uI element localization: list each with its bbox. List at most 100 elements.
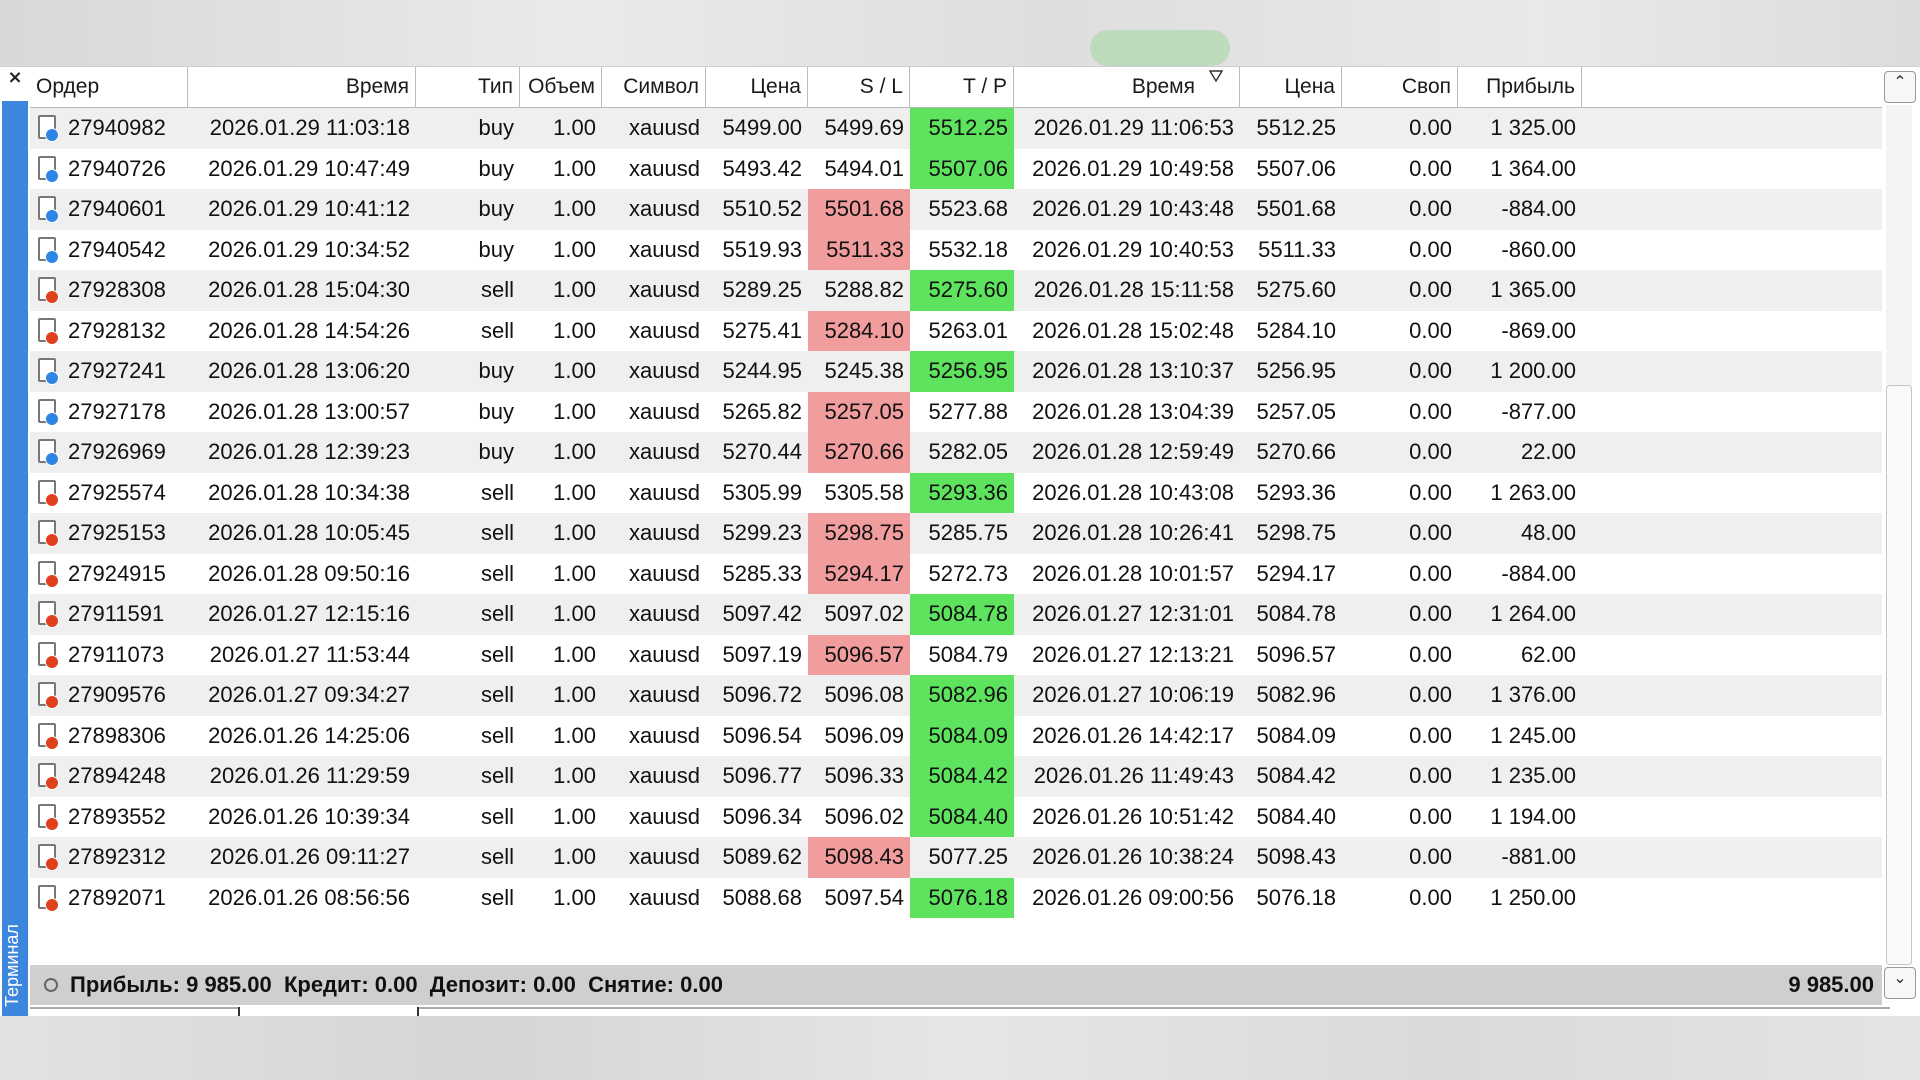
sell-order-icon — [36, 479, 59, 507]
close-price-cell: 5084.78 — [1256, 601, 1336, 626]
symbol-cell: xauusd — [629, 763, 700, 788]
open-price-cell: 5499.00 — [722, 115, 802, 140]
close-time-cell: 2026.01.26 14:42:17 — [1032, 722, 1234, 748]
tp-cell: 5082.96 — [910, 675, 1014, 716]
volume-cell: 1.00 — [553, 884, 596, 910]
volume-cell: 1.00 — [553, 398, 596, 424]
column-header-9[interactable]: Цена — [1240, 67, 1342, 107]
close-time-cell: 2026.01.29 10:49:58 — [1032, 155, 1234, 181]
symbol-cell: xauusd — [629, 803, 700, 829]
table-row[interactable]: 27909576 2026.01.27 09:34:27 sell 1.00 xauus… — [30, 675, 1882, 716]
table-row[interactable]: 27940982 2026.01.29 11:03:18 buy 1.00 xauusd… — [30, 108, 1882, 149]
column-header-0[interactable]: Ордер — [30, 67, 188, 107]
column-header-1[interactable]: Время — [188, 67, 416, 107]
table-row[interactable]: 27940726 2026.01.29 10:47:49 buy 1.00 xauusd… — [30, 148, 1882, 189]
volume-cell: 1.00 — [553, 763, 596, 788]
column-header-4[interactable]: Символ — [602, 67, 706, 107]
table-row[interactable]: 27925574 2026.01.28 10:34:38 sell 1.00 xauus… — [30, 472, 1882, 513]
tp-cell: 5512.25 — [910, 108, 1014, 149]
sell-order-icon — [36, 560, 59, 588]
sort-descending-icon[interactable] — [1208, 68, 1224, 87]
sl-cell: 5294.17 — [808, 553, 910, 594]
open-price-cell: 5096.54 — [722, 722, 802, 748]
table-row[interactable]: 27911073 2026.01.27 11:53:44 sell 1.00 xauus… — [30, 634, 1882, 675]
sl-cell: 5501.68 — [808, 189, 910, 230]
scroll-up-icon[interactable]: ⌃ — [1884, 71, 1916, 103]
column-header-10[interactable]: Своп — [1342, 67, 1458, 107]
table-row[interactable]: 27892312 2026.01.26 09:11:27 sell 1.00 xauus… — [30, 837, 1882, 878]
table-row[interactable]: 27892071 2026.01.26 08:56:56 sell 1.00 xauus… — [30, 877, 1882, 918]
terminal-side-strip[interactable] — [2, 101, 28, 1041]
order-cell: 27909576 — [30, 675, 188, 716]
order-number: 27892071 — [68, 884, 166, 910]
scrollbar-track[interactable] — [1886, 105, 1912, 965]
table-row[interactable]: 27928308 2026.01.28 15:04:30 sell 1.00 xauus… — [30, 270, 1882, 311]
close-time-cell: 2026.01.28 10:43:08 — [1032, 479, 1234, 505]
table-row[interactable]: 27925153 2026.01.28 10:05:45 sell 1.00 xauus… — [30, 513, 1882, 554]
sell-order-icon — [36, 884, 59, 912]
column-header-5[interactable]: Цена — [706, 67, 808, 107]
table-row[interactable]: 27927178 2026.01.28 13:00:57 buy 1.00 xauusd… — [30, 391, 1882, 433]
table-row[interactable]: 27926969 2026.01.28 12:39:23 buy 1.00 xauusd… — [30, 432, 1882, 473]
type-cell: sell — [480, 641, 514, 667]
type-cell: buy — [478, 196, 514, 221]
type-cell: sell — [480, 317, 514, 343]
close-icon[interactable]: × — [0, 67, 30, 97]
table-row[interactable]: 27928132 2026.01.28 14:54:26 sell 1.00 xauus… — [30, 310, 1882, 351]
order-number: 27898306 — [68, 722, 166, 748]
table-row[interactable]: 27894248 2026.01.26 11:29:59 sell 1.00 xauus… — [30, 756, 1882, 797]
open-time-cell: 2026.01.27 12:15:16 — [208, 601, 410, 626]
order-number: 27892312 — [68, 844, 166, 869]
table-row[interactable]: 27940542 2026.01.29 10:34:52 buy 1.00 xauusd… — [30, 229, 1882, 270]
vertical-scrollbar[interactable]: ⌃ ⌄ — [1882, 69, 1918, 1001]
close-price-cell: 5270.66 — [1256, 439, 1336, 464]
tp-cell: 5077.25 — [928, 844, 1008, 869]
order-cell: 27927178 — [30, 392, 188, 433]
volume-cell: 1.00 — [553, 520, 596, 545]
column-header-6[interactable]: S / L — [808, 67, 910, 107]
type-cell: sell — [480, 560, 514, 586]
order-number: 27928308 — [68, 277, 166, 302]
order-number: 27925153 — [68, 520, 166, 545]
buy-order-icon — [36, 438, 59, 467]
column-header-3[interactable]: Объем — [520, 67, 602, 107]
swap-cell: 0.00 — [1409, 884, 1452, 910]
table-row[interactable]: 27893552 2026.01.26 10:39:34 sell 1.00 xauus… — [30, 796, 1882, 837]
swap-cell: 0.00 — [1409, 763, 1452, 788]
table-row[interactable]: 27927241 2026.01.28 13:06:20 buy 1.00 xauusd… — [30, 351, 1882, 392]
table-row[interactable]: 27940601 2026.01.29 10:41:12 buy 1.00 xauusd… — [30, 189, 1882, 230]
table-row[interactable]: 27911591 2026.01.27 12:15:16 sell 1.00 xauus… — [30, 594, 1882, 635]
table-row[interactable]: 27924915 2026.01.28 09:50:16 sell 1.00 xauus… — [30, 553, 1882, 594]
sell-order-icon — [36, 722, 59, 750]
column-header-7[interactable]: T / P — [910, 67, 1014, 107]
close-time-cell: 2026.01.28 10:01:57 — [1032, 560, 1234, 586]
sl-cell: 5499.69 — [824, 115, 904, 140]
profit-cell: 1 264.00 — [1490, 601, 1576, 626]
symbol-cell: xauusd — [629, 601, 700, 626]
scrollbar-thumb[interactable] — [1886, 385, 1912, 965]
close-price-cell: 5076.18 — [1256, 884, 1336, 910]
profit-cell: 1 263.00 — [1490, 479, 1576, 505]
scroll-down-icon[interactable]: ⌄ — [1884, 967, 1916, 999]
tp-cell: 5084.40 — [910, 796, 1014, 837]
symbol-cell: xauusd — [629, 398, 700, 424]
open-price-cell: 5244.95 — [722, 358, 802, 383]
order-cell: 27892312 — [30, 837, 188, 878]
close-time-cell: 2026.01.28 13:04:39 — [1032, 398, 1234, 424]
open-time-cell: 2026.01.28 14:54:26 — [208, 317, 410, 343]
symbol-cell: xauusd — [629, 439, 700, 464]
open-price-cell: 5270.44 — [722, 439, 802, 464]
column-header-2[interactable]: Тип — [416, 67, 520, 107]
table-row[interactable]: 27898306 2026.01.26 14:25:06 sell 1.00 xauus… — [30, 715, 1882, 756]
swap-cell: 0.00 — [1409, 196, 1452, 221]
tp-cell: 5084.09 — [910, 715, 1014, 756]
column-header-11[interactable]: Прибыль — [1458, 67, 1582, 107]
volume-cell: 1.00 — [553, 844, 596, 869]
swap-cell: 0.00 — [1409, 560, 1452, 586]
type-cell: sell — [480, 763, 514, 788]
column-header-8[interactable]: Время — [1014, 67, 1240, 107]
volume-cell: 1.00 — [553, 803, 596, 829]
swap-cell: 0.00 — [1409, 641, 1452, 667]
swap-cell: 0.00 — [1409, 520, 1452, 545]
sl-cell: 5288.82 — [824, 277, 904, 302]
